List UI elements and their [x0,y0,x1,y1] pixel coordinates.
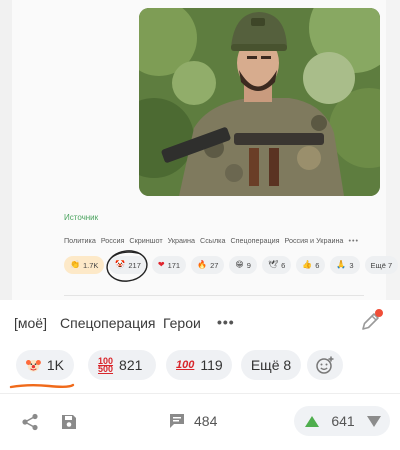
hundred-500-icon: 100 500 [98,357,114,374]
smiley-plus-icon [316,356,334,374]
screenshot-reaction-thumbs: 👍 6 [296,256,326,274]
screenshot-tag: Украина [167,236,195,245]
icon-100-text: 100 [176,359,195,371]
reaction-count: 9 [246,260,251,270]
tag-heroes[interactable]: Герои [163,315,201,331]
laugh-icon: 😁 [235,260,244,269]
downvote-button[interactable] [366,414,382,428]
comment-icon [170,414,184,428]
reaction-count: 171 [167,260,181,270]
hand-drawn-circle [106,250,148,282]
screenshot-tag: Россия и Украина [284,236,344,245]
source-link: Источник [64,213,99,222]
notification-dot [375,309,383,317]
screenshot-reactions-more: Ещё 7 [364,256,399,274]
screenshot-reaction-fire: 🔥 27 [191,256,225,274]
post-action-bar: 484 641 [0,394,400,450]
reaction-count: 6 [281,260,286,270]
reaction-100-button[interactable]: 100 119 [166,350,232,380]
comments-button[interactable]: 484 [168,408,217,434]
hundred-icon: 100 [176,359,195,371]
screenshot-reaction-heart: ❤ 171 [151,256,187,274]
hand-drawn-underline [9,383,75,389]
reactions-more-label: Ещё 7 [370,260,393,270]
comments-count: 484 [194,413,218,429]
clown-icon [26,360,41,372]
add-reaction-button[interactable] [307,350,343,380]
screenshot-more-icon: ••• [348,236,359,245]
arrow-up-icon [305,415,319,427]
edit-pencil-icon[interactable] [358,308,384,334]
heart-icon: ❤ [157,260,165,269]
post-screenshot: Источник Политика Россия Скриншот Украин… [0,0,400,300]
reaction-100500-button[interactable]: 100 500 821 [88,350,156,380]
screenshot-tag: Политика [64,236,96,245]
post-photo [139,8,380,196]
share-button[interactable] [19,411,41,433]
reaction-count: 1.7K [82,260,99,270]
screenshot-reaction-pray: 🙏 3 [330,256,360,274]
reaction-count: 3 [349,260,354,270]
save-button[interactable] [58,411,80,433]
share-icon [22,413,38,431]
screenshot-right-margin [386,0,400,300]
screenshot-tag: Скриншот [129,236,163,245]
reaction-clown-button[interactable]: 1K [16,350,74,380]
dove-icon: 🕊 [267,260,279,269]
clap-icon: 👏 [70,260,80,269]
post-tag-bar: [моё] Спецоперация Герои ••• [0,300,400,344]
reaction-count: 27 [210,260,219,270]
screenshot-reaction-laugh: 😁 9 [229,256,257,274]
reaction-100-count: 119 [200,357,223,373]
screenshot-tag: Спецоперация [230,236,280,245]
more-reactions-label: Ещё 8 [250,357,292,373]
floppy-disk-icon [62,415,76,429]
reaction-100500-count: 821 [119,357,143,373]
tag-specoperation[interactable]: Спецоперация [60,315,155,331]
screenshot-tag: Ссылка [200,236,226,245]
screenshot-left-margin [0,0,12,300]
screenshot-reaction-clap: 👏 1.7K [64,256,105,274]
icon-500-text: 500 [98,364,114,374]
clown-count: 1K [46,357,64,373]
reaction-count: 6 [315,260,320,270]
upvote-button[interactable] [304,414,320,428]
pray-icon: 🙏 [336,260,347,269]
screenshot-divider [64,295,364,296]
screenshot-tag: Россия [100,236,125,245]
tag-moe[interactable]: [моё] [14,315,47,331]
fire-icon: 🔥 [197,260,208,269]
more-tags-icon[interactable]: ••• [217,314,235,330]
more-reactions-button[interactable]: Ещё 8 [241,350,301,380]
screenshot-tag-row: Политика Россия Скриншот Украина Ссылка … [64,236,359,245]
rating-control: 641 [294,406,390,436]
arrow-down-icon [366,415,381,427]
thumbs-up-icon: 👍 [302,260,313,269]
screenshot-reaction-dove: 🕊 6 [261,256,292,274]
rating-value: 641 [331,413,355,429]
